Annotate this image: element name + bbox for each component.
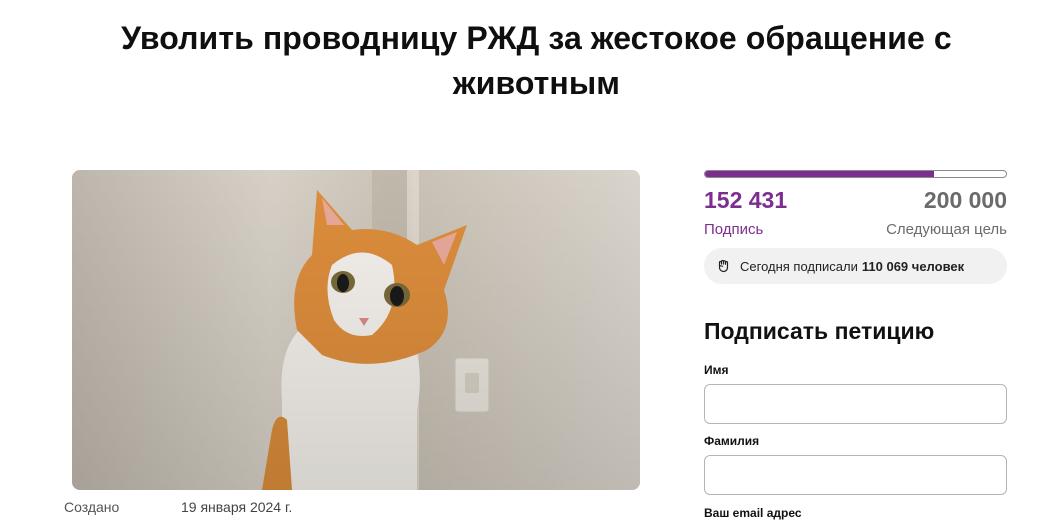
sign-form-title: Подписать петицию: [704, 318, 935, 344]
created-label: Создано: [64, 499, 120, 515]
goal-count: 200 000: [923, 187, 1007, 213]
today-signatures-text: Сегодня подписали: [740, 258, 858, 274]
created-date: 19 января 2024 г.: [181, 499, 293, 515]
last-name-label: Фамилия: [704, 434, 760, 448]
today-signatures-count: 110 069 человек: [861, 258, 965, 274]
first-name-label: Имя: [704, 363, 729, 377]
signature-count: 152 431: [704, 187, 788, 213]
raised-fist-icon: [716, 258, 732, 274]
email-label: Ваш email адрес: [704, 506, 802, 520]
last-name-field[interactable]: [704, 455, 1007, 495]
first-name-field[interactable]: [704, 384, 1007, 424]
signature-progress-fill: [705, 171, 935, 177]
signature-count-label: Подпись: [704, 221, 764, 238]
signature-progress-bar: [704, 170, 1007, 178]
cat-photo: [72, 170, 640, 490]
petition-title: Уволить проводницу РЖД за жестокое обращ…: [121, 20, 952, 101]
today-signatures-badge: Сегодня подписали 110 069 человек: [704, 248, 1007, 284]
signature-panel: 152 431 200 000 Подпись Следующая цель С…: [704, 170, 1007, 520]
petition-image: [72, 170, 640, 490]
goal-label: Следующая цель: [886, 221, 1007, 238]
